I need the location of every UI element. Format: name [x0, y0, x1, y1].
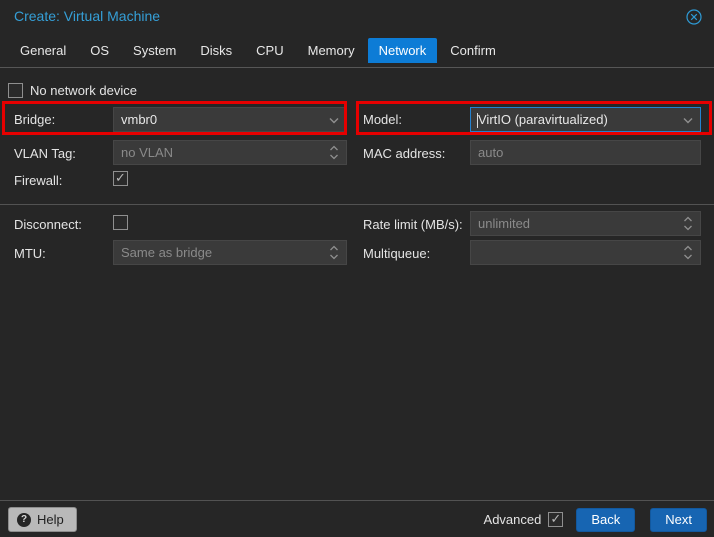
bridge-label: Bridge: — [14, 112, 55, 127]
dialog-titlebar: Create: Virtual Machine — [0, 0, 714, 34]
no-network-device-label: No network device — [30, 83, 137, 98]
model-chevron-down-icon[interactable] — [680, 108, 696, 131]
tab-system[interactable]: System — [122, 38, 187, 63]
no-network-device-row: No network device — [8, 83, 137, 98]
mtu-input[interactable] — [114, 241, 346, 264]
back-button[interactable]: Back — [576, 508, 635, 532]
mtu-spinner[interactable] — [113, 240, 347, 265]
section-divider — [0, 204, 714, 205]
tab-network[interactable]: Network — [368, 38, 438, 63]
help-button[interactable]: ? Help — [8, 507, 77, 532]
model-input[interactable] — [471, 108, 700, 131]
disconnect-checkbox[interactable] — [113, 215, 128, 230]
tab-os[interactable]: OS — [79, 38, 120, 63]
tab-confirm[interactable]: Confirm — [439, 38, 507, 63]
footer-actions: Advanced Back Next — [484, 507, 707, 532]
rate-limit-spinner[interactable] — [470, 211, 701, 236]
mtu-spinner-icons[interactable] — [326, 241, 342, 264]
disconnect-label: Disconnect: — [14, 217, 82, 232]
rate-limit-spinner-icons[interactable] — [680, 212, 696, 235]
vlan-tag-spinner[interactable] — [113, 140, 347, 165]
tab-cpu[interactable]: CPU — [245, 38, 294, 63]
rate-limit-label: Rate limit (MB/s): — [363, 217, 463, 232]
help-icon: ? — [17, 513, 31, 527]
mac-address-input[interactable] — [471, 141, 700, 164]
next-button[interactable]: Next — [650, 508, 707, 532]
bridge-input[interactable] — [114, 108, 346, 131]
dialog-footer: ? Help Advanced Back Next — [0, 501, 714, 537]
vlan-tag-label: VLAN Tag: — [14, 146, 76, 161]
tab-disks[interactable]: Disks — [189, 38, 243, 63]
bridge-chevron-down-icon[interactable] — [326, 108, 342, 131]
mac-address-label: MAC address: — [363, 146, 445, 161]
close-icon[interactable] — [686, 9, 702, 25]
multiqueue-input[interactable] — [471, 241, 700, 264]
mac-address-field[interactable] — [470, 140, 701, 165]
multiqueue-spinner[interactable] — [470, 240, 701, 265]
firewall-label: Firewall: — [14, 173, 62, 188]
tab-memory[interactable]: Memory — [297, 38, 366, 63]
model-combobox[interactable] — [470, 107, 701, 132]
multiqueue-spinner-icons[interactable] — [680, 241, 696, 264]
bridge-combobox[interactable] — [113, 107, 347, 132]
dialog-title: Create: Virtual Machine — [14, 8, 160, 24]
no-network-device-checkbox[interactable] — [8, 83, 23, 98]
multiqueue-label: Multiqueue: — [363, 246, 430, 261]
tab-general[interactable]: General — [9, 38, 77, 63]
tabbar-divider — [0, 67, 714, 68]
help-button-label: Help — [37, 512, 64, 527]
advanced-label: Advanced — [484, 512, 542, 527]
firewall-checkbox[interactable] — [113, 171, 128, 186]
advanced-checkbox[interactable] — [548, 512, 563, 527]
wizard-tabbar: General OS System Disks CPU Memory Netwo… — [9, 38, 509, 66]
model-label: Model: — [363, 112, 402, 127]
vlan-tag-input[interactable] — [114, 141, 346, 164]
create-vm-dialog: Create: Virtual Machine General OS Syste… — [0, 0, 714, 537]
mtu-label: MTU: — [14, 246, 46, 261]
vlan-tag-spinner-icons[interactable] — [326, 141, 342, 164]
rate-limit-input[interactable] — [471, 212, 700, 235]
